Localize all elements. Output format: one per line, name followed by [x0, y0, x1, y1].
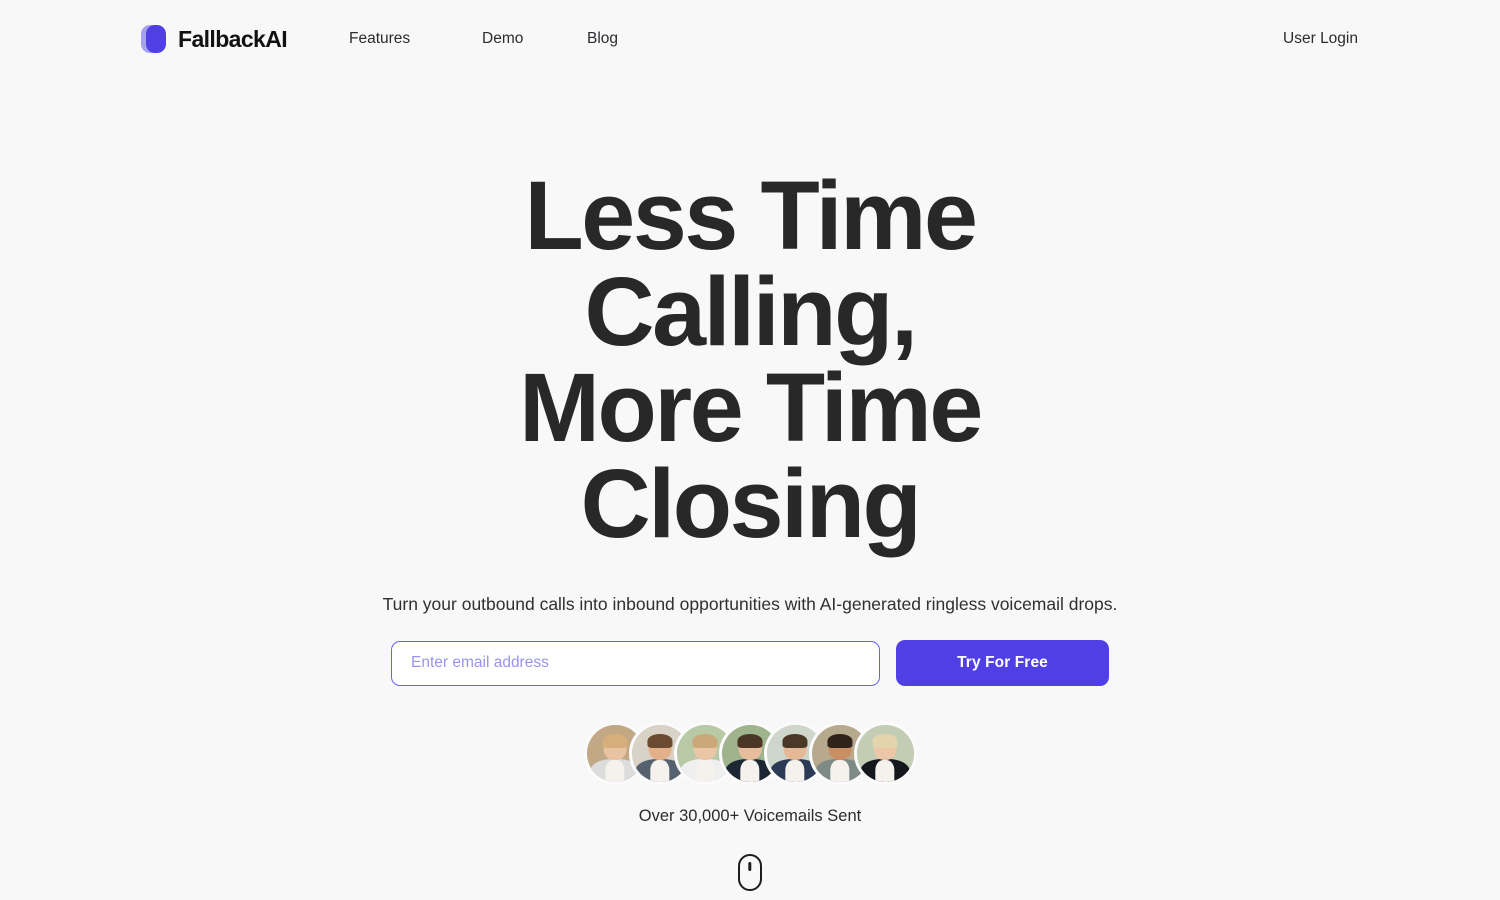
- avatar-person-7: [853, 722, 917, 785]
- headline-line-3: More Time: [519, 353, 983, 462]
- headline-line-1: Less Time: [524, 161, 977, 270]
- mouse-scroll-icon[interactable]: [738, 854, 762, 891]
- try-for-free-button[interactable]: Try For Free: [896, 640, 1109, 686]
- hero-section: Less Time Calling, More Time Closing Tur…: [0, 0, 1500, 900]
- headline-line-4: Closing: [580, 449, 922, 558]
- hero-subheadline: Turn your outbound calls into inbound op…: [382, 594, 1118, 614]
- landing-page: FallbackAI Features Demo Blog User Login…: [0, 0, 1500, 900]
- social-proof-text: Over 30,000+ Voicemails Sent: [638, 807, 862, 825]
- page-title: Less Time Calling, More Time Closing: [400, 167, 1100, 552]
- headline-line-2: Calling,: [584, 257, 918, 366]
- email-input[interactable]: [391, 640, 880, 686]
- avatar-group: [583, 722, 917, 785]
- signup-form: Try For Free: [391, 640, 1109, 686]
